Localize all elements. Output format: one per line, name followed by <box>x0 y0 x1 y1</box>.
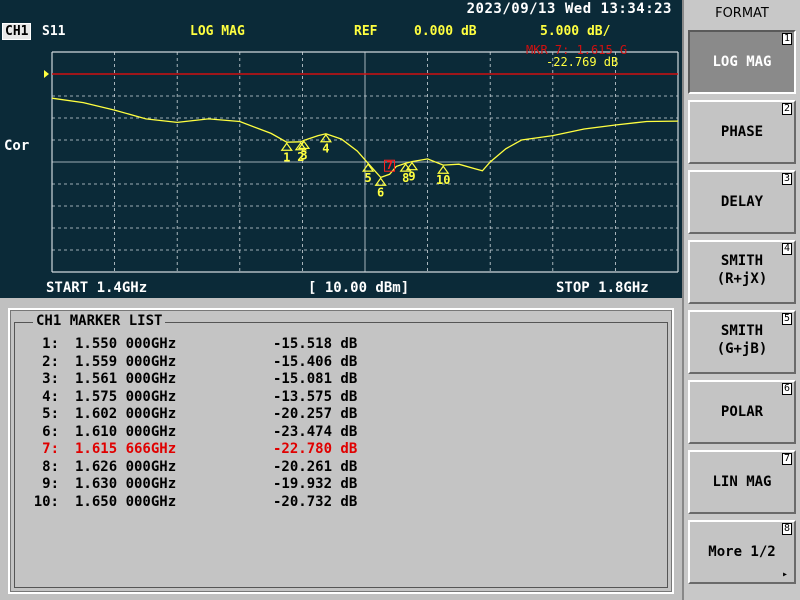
correction-label: Cor <box>4 138 30 154</box>
marker-label: 1 <box>283 150 290 164</box>
softkey-label: More 1/2 <box>708 544 776 560</box>
marker-number: 6: <box>42 423 59 440</box>
marker-triangle-icon <box>280 142 293 151</box>
softkey-label: LOG MAG <box>712 54 772 70</box>
marker-value: -20.732 dB <box>273 493 358 510</box>
softkey-lin-mag[interactable]: 7 LIN MAG <box>688 450 796 514</box>
start-frequency: START 1.4GHz <box>46 280 148 296</box>
stop-frequency: STOP 1.8GHz <box>556 280 649 296</box>
softkey-label: SMITH <box>720 253 764 269</box>
more-arrow-icon: ▸ <box>781 569 788 580</box>
marker-triangle-icon <box>319 133 333 143</box>
marker-list-panel: CH1 MARKER LIST 1: 1.550 000GHz -15.518 dB… <box>8 308 674 594</box>
marker-frequency: 1.561 000GHz <box>75 371 177 387</box>
marker-label: 3 <box>300 148 307 162</box>
softkey-phase[interactable]: 2 PHASE <box>688 100 796 164</box>
marker-number: 7: <box>42 441 59 457</box>
marker-frequency: 1.615 666GHz <box>75 441 177 457</box>
marker-number: 8: <box>42 458 59 475</box>
marker-label: 9 <box>408 170 415 184</box>
marker-number: 5: <box>42 406 59 422</box>
softkey-number: 7 <box>781 453 792 465</box>
left-annotation-strip: Cor <box>0 42 40 278</box>
marker-value: -19.932 dB <box>273 476 358 492</box>
marker-value: -22.780 dB <box>273 441 358 457</box>
reference-pointer-icon <box>44 70 49 78</box>
marker-label: 5 <box>365 171 372 185</box>
softkey-label: SMITH <box>720 323 764 339</box>
ref-label: REF <box>354 24 378 39</box>
softkey-label: DELAY <box>720 194 764 210</box>
marker-frequency: 1.575 000GHz <box>75 388 177 405</box>
softkey-number: 2 <box>781 103 792 115</box>
marker-number: 2: <box>42 353 59 370</box>
analyzer-screen: 2023/09/13 Wed 13:34:23 CH1 S11 LOG MAG … <box>0 0 682 600</box>
marker-number: 3: <box>42 371 59 387</box>
trace-plot[interactable]: 1 2 3 4 5 6 7 8 9 10 MKR 7: 1.615 G -22.769 dB <box>40 42 682 278</box>
marker-frequency: 1.626 000GHz <box>75 458 177 475</box>
marker-value: -13.575 dB <box>273 388 358 405</box>
marker-value: -15.518 dB <box>273 336 358 352</box>
s-parameter-label: S11 <box>42 24 66 39</box>
marker-label: 10 <box>436 173 450 187</box>
marker-number: 4: <box>42 388 59 405</box>
ref-value: 0.000 dB <box>414 24 477 39</box>
source-power: [ 10.00 dBm] <box>308 280 410 296</box>
scale-value: 5.000 dB/ <box>540 24 611 39</box>
softkey-label: PHASE <box>720 124 764 140</box>
marker-value: -20.261 dB <box>273 458 358 475</box>
softkey-panel: FORMAT 1 LOG MAG 2 PHASE 3 DELAY 4 SMITH (R+jX) 5… <box>682 0 800 600</box>
marker-number: 1: <box>42 336 59 352</box>
marker-value: -15.081 dB <box>273 371 358 387</box>
marker-value: -15.406 dB <box>273 353 358 370</box>
status-bar: 2023/09/13 Wed 13:34:23 <box>0 0 682 22</box>
marker-number: 9: <box>42 476 59 492</box>
marker-frequency: 1.630 000GHz <box>75 476 177 492</box>
softkey-menu-title: FORMAT <box>715 6 769 21</box>
marker-label: 6 <box>377 185 384 199</box>
marker-value: -23.474 dB <box>273 423 358 440</box>
channel-header: CH1 S11 LOG MAG REF 0.000 dB 5.000 dB/ <box>0 22 682 42</box>
marker-list-frame: CH1 MARKER LIST 1: 1.550 000GHz -15.518 dB… <box>14 313 668 588</box>
softkey-smith-gjb[interactable]: 5 SMITH (G+jB) <box>688 310 796 374</box>
sweep-bar: START 1.4GHz [ 10.00 dBm] STOP 1.8GHz <box>0 278 682 298</box>
format-label: LOG MAG <box>190 24 245 39</box>
softkey-more-1-2[interactable]: 8 More 1/2 ▸ <box>688 520 796 584</box>
marker-list-title: CH1 MARKER LIST <box>33 313 166 329</box>
marker-frequency: 1.550 000GHz <box>75 336 177 352</box>
softkey-number: 6 <box>781 383 792 395</box>
softkey-label: LIN MAG <box>712 474 772 490</box>
softkey-sublabel: (G+jB) <box>716 341 768 357</box>
softkey-sublabel: (R+jX) <box>716 271 768 287</box>
marker-label: 7 <box>386 159 393 172</box>
softkey-number: 8 <box>781 523 792 535</box>
trace-plot-svg: 1 23 45678 9 10MKR 7: 1.615 G-22.769 dB <box>44 43 679 273</box>
softkey-smith-rjx[interactable]: 4 SMITH (R+jX) <box>688 240 796 304</box>
marker-triangle-icon <box>437 165 450 174</box>
softkey-log-mag[interactable]: 1 LOG MAG <box>688 30 796 94</box>
channel-label[interactable]: CH1 <box>2 23 32 40</box>
marker-label: 4 <box>322 142 329 156</box>
softkey-number: 3 <box>781 173 792 185</box>
softkey-label: POLAR <box>720 404 764 420</box>
marker-frequency: 1.559 000GHz <box>75 353 177 370</box>
marker-number: 10: <box>33 493 59 510</box>
marker-value: -20.257 dB <box>273 406 358 422</box>
softkey-delay[interactable]: 3 DELAY <box>688 170 796 234</box>
datetime-readout: 2023/09/13 Wed 13:34:23 <box>466 1 672 17</box>
marker-frequency: 1.650 000GHz <box>75 493 177 510</box>
softkey-number: 1 <box>781 33 792 45</box>
marker-frequency: 1.602 000GHz <box>75 406 177 422</box>
marker-frequency: 1.610 000GHz <box>75 423 177 440</box>
softkey-polar[interactable]: 6 POLAR <box>688 380 796 444</box>
active-marker-readout-value: -22.769 dB <box>546 55 618 69</box>
